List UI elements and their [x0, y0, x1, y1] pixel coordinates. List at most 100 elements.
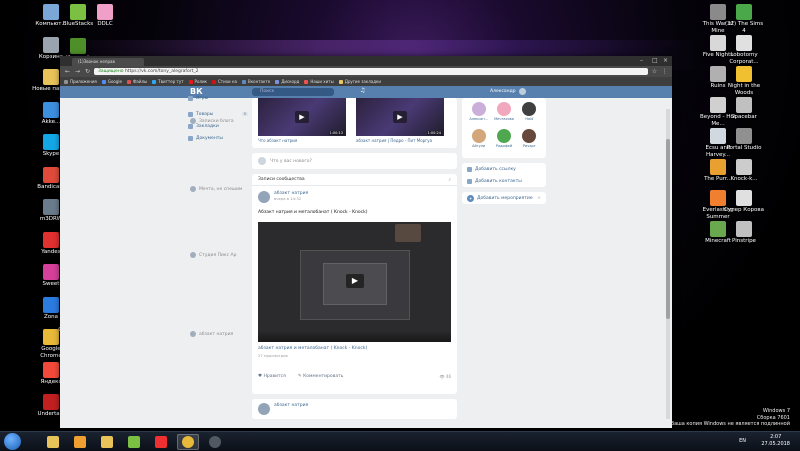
add-event-widget[interactable]: ✦ Добавить мероприятие × [462, 192, 546, 204]
back-icon[interactable]: ← [64, 68, 71, 75]
user-menu[interactable]: Александр [490, 88, 526, 95]
sidebar-link[interactable]: Добавить контакты [462, 175, 546, 187]
friend-item[interactable]: Мечтасова [491, 102, 516, 127]
app-icon [736, 159, 752, 175]
like-label: Нравится [263, 374, 286, 379]
taskbar-media-player-button[interactable] [69, 434, 91, 450]
taskbar-android-button[interactable] [123, 434, 145, 450]
app-icon [736, 221, 752, 237]
bookmark-item[interactable]: Другие закладки [338, 79, 381, 84]
nav-item[interactable]: Документы [188, 132, 248, 144]
post-actions: ♥ Нравится ✎ Комментировать 👁 46 [258, 374, 451, 379]
video-thumbnail[interactable]: ▶ 1:00:24 [356, 98, 444, 136]
friend-name: Hold [525, 117, 534, 121]
side-group-item[interactable]: Мечта, не спешим [190, 186, 242, 192]
side-group-item[interactable]: Записки блога [190, 118, 234, 124]
tab-title: (1)Звонок неправ [78, 59, 115, 64]
tab-vk[interactable]: (1)Звонок неправ [72, 58, 144, 66]
music-icon[interactable]: ♫ [360, 87, 365, 94]
app-icon [736, 35, 752, 51]
desktop-icon[interactable]: DDLC [84, 4, 126, 28]
bookmark-label: Наши хиты [310, 79, 334, 84]
scrollbar-thumb[interactable] [666, 139, 670, 319]
avatar [258, 403, 270, 415]
bookmark-item[interactable]: Твиттер тут [152, 79, 184, 84]
taskbar-obs-button[interactable] [204, 434, 226, 450]
nav-badge: 5 [241, 112, 248, 116]
address-bar[interactable]: Защищено https://vk.com/tony_alegrafort_… [94, 68, 648, 75]
desktop-icon[interactable]: Супер Корова [723, 190, 765, 214]
play-icon[interactable]: ▶ [295, 111, 309, 123]
taskbar-explorer-button[interactable] [42, 434, 64, 450]
avatar [471, 102, 486, 116]
taskbar-yandex-button[interactable] [150, 434, 172, 450]
post-card: Записи сообщества ⌕ абзакт натрия вчера … [252, 174, 457, 394]
clock[interactable]: 2:07 27.05.2018 [761, 434, 790, 448]
app-icon [736, 66, 752, 82]
post-section-title: Записи сообщества [258, 177, 305, 182]
bookmark-item[interactable]: Ролик [188, 79, 207, 84]
group-icon [190, 118, 196, 124]
play-icon[interactable]: ▶ [346, 274, 364, 288]
menu-icon[interactable]: ⋮ [661, 68, 668, 75]
post-author-2[interactable]: абзакт натрия [258, 403, 308, 415]
post-video[interactable]: ▶ [258, 222, 451, 342]
comment-button[interactable]: ✎ Комментировать [298, 374, 344, 379]
desktop-icon[interactable]: (32) The Sims 4 [723, 4, 765, 34]
post-author[interactable]: абзакт натрия вчера в 14:32 [258, 191, 308, 203]
video-thumbnail[interactable]: ▶ 1:00:13 [258, 98, 346, 136]
close-icon[interactable]: × [663, 57, 668, 64]
taskbar-chrome-button[interactable] [177, 434, 199, 450]
minimize-icon[interactable]: – [640, 57, 643, 64]
post-composer[interactable]: Что у вас нового? [252, 153, 457, 169]
close-icon[interactable]: × [537, 196, 541, 201]
bookmark-item[interactable]: Наши хиты [304, 79, 334, 84]
bookmark-item[interactable]: Google [101, 79, 122, 84]
taskbar-folder-button[interactable] [96, 434, 118, 450]
desktop: Компьют... Корзина Новые папки Akke... Skype… [0, 0, 800, 451]
reload-icon[interactable]: ↻ [84, 68, 91, 75]
friend-item[interactable]: Айгули [466, 129, 491, 154]
desktop-icon[interactable]: Pinstripe [723, 221, 765, 245]
language-indicator[interactable]: EN [739, 438, 746, 444]
video-caption[interactable]: абзакт натрия | Педро - Пит Моргуа [356, 138, 432, 143]
maximize-icon[interactable]: □ [652, 57, 658, 64]
vk-page: Игры Товары 5 Закладки Документы Записки бло… [60, 95, 672, 428]
video-title[interactable]: абзакт натрия и металобанат ( Knock - Kn… [258, 346, 367, 351]
nav-item[interactable]: Игры [188, 92, 248, 104]
event-icon: ✦ [467, 194, 474, 202]
star-icon[interactable]: ☆ [651, 68, 658, 75]
friend-item[interactable]: Алексан... [466, 102, 491, 127]
desktop-icon[interactable]: Knock-k... [723, 159, 765, 183]
side-group-item[interactable]: абзакт натрия [190, 331, 233, 337]
forward-icon[interactable]: → [74, 68, 81, 75]
clock-date: 27.05.2018 [761, 441, 790, 447]
bookmark-item[interactable]: Вконтакте [242, 79, 270, 84]
search-icon[interactable]: ⌕ [448, 177, 451, 183]
desktop-icon[interactable]: Spacebar [723, 97, 765, 121]
play-icon[interactable]: ▶ [393, 111, 407, 123]
video-caption[interactable]: Что абзакт натрия [258, 138, 297, 143]
start-button[interactable] [4, 433, 21, 450]
chrome-window[interactable]: (1)Звонок неправ – □ × ← → ↻ Защищено ht… [60, 56, 672, 428]
like-button[interactable]: ♥ Нравится [258, 374, 286, 379]
sidebar-link[interactable]: Добавить ссылку [462, 163, 546, 175]
friend-item[interactable]: Радофей [491, 129, 516, 154]
group-icon [190, 186, 196, 192]
bookmark-item[interactable]: Файлы [126, 79, 147, 84]
avatar [471, 129, 486, 143]
scrollbar[interactable] [666, 109, 670, 419]
feed: ▶ 1:00:13 Что абзакт натрия ▶ 1:00:24 абзакт … [252, 98, 457, 424]
friend-item[interactable]: Hold [517, 102, 542, 127]
bookmark-item[interactable]: Приложения [64, 79, 97, 84]
windows-watermark: Windows 7 Сборка 7601 Ваша копия Windows… [671, 408, 790, 428]
vk-search-input[interactable]: Поиск [252, 88, 334, 96]
bookmark-item[interactable]: Стихи на [211, 79, 237, 84]
side-group-item[interactable]: Студия Пикс Ар [190, 252, 236, 258]
desktop-icon[interactable]: Portal Studio [723, 128, 765, 152]
desktop-icon[interactable]: Night in the Woods [723, 66, 765, 96]
friend-item[interactable]: Ричарт [517, 129, 542, 154]
desktop-icon-label: Portal Studio [726, 145, 762, 151]
desktop-icon[interactable]: Lobotomy Corporat... [723, 35, 765, 65]
bookmark-item[interactable]: Дискорд [275, 79, 299, 84]
